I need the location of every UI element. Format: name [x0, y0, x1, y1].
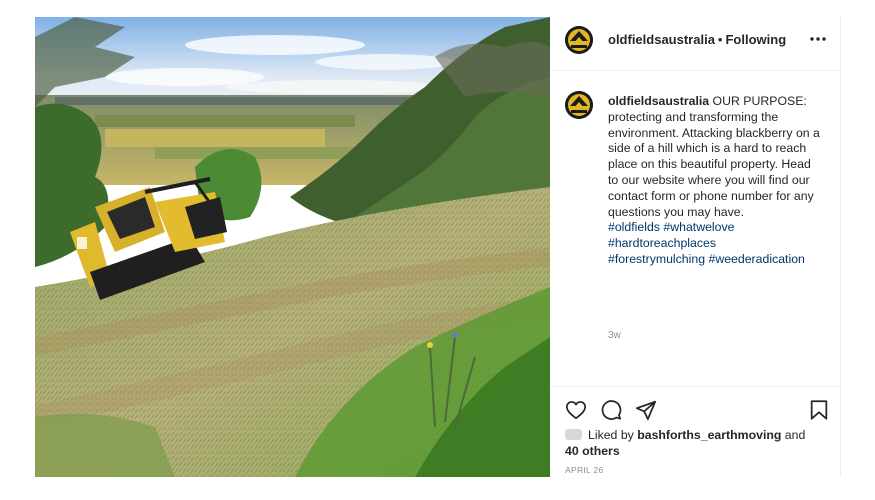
post-caption: oldfieldsaustralia OUR PURPOSE: protecti… [608, 94, 820, 268]
save-button[interactable] [808, 399, 830, 421]
logo-icon [565, 26, 593, 54]
hashtag[interactable]: #forestrymulching [608, 252, 705, 266]
post-date: APRIL 26 [565, 465, 604, 475]
header-user-line: oldfieldsaustralia • Following [608, 32, 786, 47]
caption-username[interactable]: oldfieldsaustralia [608, 94, 709, 108]
post-side-panel: oldfieldsaustralia • Following oldfields… [550, 17, 841, 477]
post-photo-image [35, 17, 550, 477]
comment-icon [601, 400, 622, 420]
hashtag[interactable]: #weederadication [708, 252, 804, 266]
more-options-icon [810, 37, 826, 41]
hashtag[interactable]: #oldfields [608, 220, 660, 234]
instagram-post: oldfieldsaustralia • Following oldfields… [35, 17, 841, 477]
caption-time-ago: 3w [608, 330, 621, 341]
liker-avatar[interactable] [565, 429, 582, 440]
header-separator: • [717, 32, 723, 47]
share-icon [635, 400, 657, 421]
logo-icon [565, 91, 593, 119]
likes-and: and [781, 428, 806, 442]
heart-icon [565, 401, 587, 420]
likes-others-link[interactable]: 40 others [565, 444, 620, 458]
share-button[interactable] [635, 399, 657, 421]
more-options-button[interactable] [808, 30, 828, 48]
liker-username[interactable]: bashforths_earthmoving [637, 428, 781, 442]
bookmark-icon [810, 400, 828, 420]
post-actions: Liked by bashforths_earthmoving and 40 o… [550, 386, 840, 478]
profile-avatar[interactable] [565, 26, 593, 54]
likes-prefix: Liked by [588, 428, 638, 442]
caption-text: OUR PURPOSE: protecting and transforming… [608, 94, 824, 219]
header-username[interactable]: oldfieldsaustralia [608, 32, 715, 47]
hashtag[interactable]: #hardtoreachplaces [608, 236, 716, 250]
caption-avatar[interactable] [565, 91, 593, 119]
post-header: oldfieldsaustralia • Following [550, 17, 840, 71]
follow-status-button[interactable]: Following [725, 32, 786, 47]
hashtag[interactable]: #whatwelove [663, 220, 734, 234]
caption-area: oldfieldsaustralia OUR PURPOSE: protecti… [550, 71, 840, 385]
comment-button[interactable] [600, 399, 622, 421]
like-button[interactable] [565, 399, 587, 421]
post-photo[interactable] [35, 17, 550, 477]
likes-summary: Liked by bashforths_earthmoving and 40 o… [565, 428, 835, 459]
